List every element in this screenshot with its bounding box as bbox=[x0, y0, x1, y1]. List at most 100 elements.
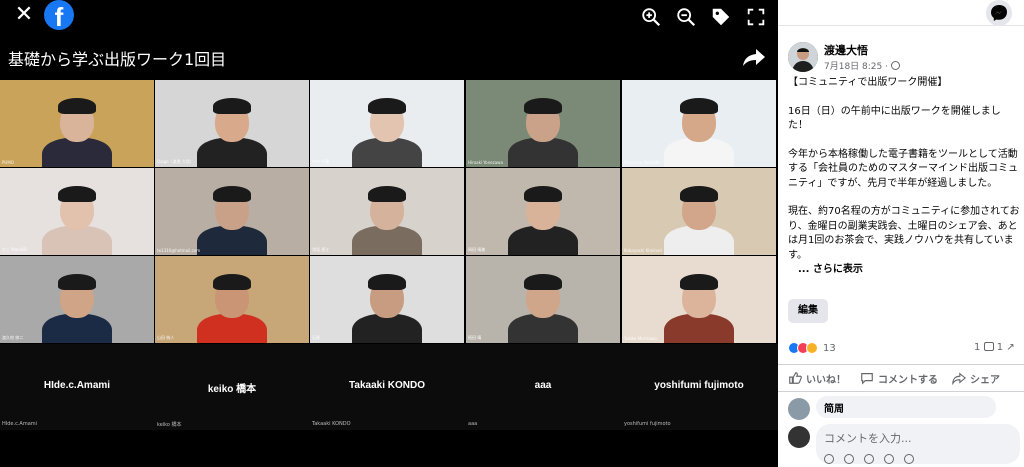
photo-viewer: ✕ f 基礎から学ぶ出版ワーク1回目 PUMO Daigo（渡邊 大悟） 中村 千穂… bbox=[0, 0, 778, 467]
see-more-link[interactable]: ... さらに表示 bbox=[798, 264, 863, 275]
tag-icon[interactable] bbox=[710, 6, 732, 28]
participant-body bbox=[508, 314, 578, 343]
reaction-count: 13 bbox=[823, 342, 836, 354]
share-count-number: 1 bbox=[996, 342, 1004, 353]
video-tile: te1310@hotmail.com bbox=[155, 168, 309, 255]
comment-tools bbox=[824, 454, 914, 464]
haha-reaction-icon bbox=[806, 342, 818, 354]
participant-body bbox=[42, 138, 112, 167]
participant-hair bbox=[680, 186, 718, 202]
video-tile: Hiroaki Yonezawa bbox=[466, 80, 620, 167]
messenger-icon[interactable] bbox=[986, 0, 1012, 26]
participant-body bbox=[197, 226, 267, 255]
participant-name: 山田 純人 bbox=[157, 335, 175, 340]
video-tile: Masayuki Nemoto bbox=[622, 80, 776, 167]
participant-body bbox=[664, 138, 734, 167]
video-tile: Kobayashi Kiminori bbox=[622, 168, 776, 255]
reaction-summary[interactable]: 13 bbox=[788, 340, 836, 356]
participant-name: 浅見 恵江 bbox=[312, 247, 330, 252]
share-button[interactable]: シェア bbox=[952, 371, 1000, 386]
participant-body bbox=[352, 226, 422, 255]
zoom-out-icon[interactable] bbox=[675, 6, 697, 28]
participant-body bbox=[197, 138, 267, 167]
panel-header bbox=[778, 0, 1024, 26]
participant-body bbox=[42, 226, 112, 255]
participant-hair bbox=[58, 98, 96, 114]
comment-count-number: 1 bbox=[974, 342, 981, 353]
video-call-grid: PUMO Daigo（渡邊 大悟） 中村 千穂 Hiroaki Yonezawa Mas… bbox=[0, 80, 778, 344]
participant-name: te1310@hotmail.com bbox=[157, 248, 201, 253]
commenter-name[interactable]: 简周 bbox=[824, 400, 844, 415]
gif-icon[interactable] bbox=[884, 454, 894, 464]
participant-body bbox=[664, 226, 734, 255]
participant-name: 渡久地 修二 bbox=[2, 335, 24, 340]
audio-participant-name: aaa bbox=[534, 380, 552, 391]
post-paragraph: 現在、約70名程の方がコミュニティに参加されており、金曜日の副業実践会、土曜日の… bbox=[788, 205, 1020, 278]
participant-hair bbox=[213, 274, 251, 290]
post-paragraph: 今年から本格稼働した電子書籍をツールとして活動する「会社員のためのマスターマイン… bbox=[788, 148, 1018, 189]
participant-name: PUMO bbox=[2, 160, 14, 165]
commenter-avatar[interactable] bbox=[788, 398, 810, 420]
globe-icon bbox=[890, 61, 900, 70]
participant-hair bbox=[524, 186, 562, 202]
author-avatar[interactable] bbox=[788, 42, 818, 72]
post-body: 【コミュニティで出版ワーク開催】 16日（日）の午前中に出版ワークを開催しました… bbox=[788, 76, 1020, 278]
like-label: いいね！ bbox=[806, 374, 846, 386]
post-action-bar: いいね！ コメントする シェア bbox=[778, 364, 1024, 392]
current-user-avatar bbox=[788, 426, 810, 448]
participant-name: Yukiko Morisawa bbox=[624, 336, 657, 341]
comment-button[interactable]: コメントする bbox=[860, 371, 938, 386]
participant-hair bbox=[213, 98, 251, 114]
participant-name: ひこ MaruKO bbox=[2, 247, 27, 252]
share-arrow-icon[interactable] bbox=[742, 46, 766, 68]
post-date[interactable]: 7月18日 8:25 · bbox=[824, 59, 900, 72]
emoji-icon[interactable] bbox=[844, 454, 854, 464]
participant-name: Hiroaki Yonezawa bbox=[468, 160, 503, 165]
post-paragraph-text: 現在、約70名程の方がコミュニティに参加されており、金曜日の副業実践会、土曜日の… bbox=[788, 206, 1020, 261]
audio-participant-name: HIde.c.Amami bbox=[43, 380, 111, 391]
avatar-sticker-icon[interactable] bbox=[824, 454, 834, 464]
share-icon bbox=[952, 372, 966, 385]
share-small-icon: ↗ bbox=[1006, 342, 1015, 353]
video-tile: Daigo（渡邊 大悟） bbox=[155, 80, 309, 167]
participant-name-strip: HIde.c.Amami HIde.c.Amami keiko 橋本 keiko 橋本… bbox=[0, 344, 778, 430]
video-tile: ひこ MaruKO bbox=[0, 168, 154, 255]
comment-bubble-icon bbox=[983, 342, 994, 351]
facebook-logo-icon[interactable]: f bbox=[44, 0, 74, 30]
participant-name: Masayuki Nemoto bbox=[624, 160, 660, 165]
audio-participant-label: Takaaki KONDO bbox=[312, 421, 351, 427]
participant-hair bbox=[58, 186, 96, 202]
participant-name: 中村 千穂 bbox=[312, 159, 330, 164]
like-button[interactable]: いいね！ bbox=[788, 371, 846, 386]
participant-body bbox=[664, 314, 734, 343]
participant-hair bbox=[524, 98, 562, 114]
comment-label: コメントする bbox=[878, 374, 938, 386]
participant-hair bbox=[58, 274, 96, 290]
fullscreen-icon[interactable] bbox=[745, 6, 767, 28]
author-name[interactable]: 渡邊大悟 bbox=[824, 42, 868, 58]
participant-hair bbox=[368, 98, 406, 114]
participant-body bbox=[508, 138, 578, 167]
participant-body bbox=[508, 226, 578, 255]
participant-name: Kobayashi Kiminori bbox=[624, 248, 663, 253]
video-tile: 中村 千穂 bbox=[310, 80, 464, 167]
camera-icon[interactable] bbox=[864, 454, 874, 464]
comment-placeholder: コメントを入力... bbox=[824, 432, 912, 445]
participant-hair bbox=[368, 274, 406, 290]
post-panel: 渡邊大悟 7月18日 8:25 · 【コミュニティで出版ワーク開催】 16日（日… bbox=[778, 0, 1024, 467]
share-label: シェア bbox=[970, 374, 1000, 386]
photo-title: 基礎から学ぶ出版ワーク1回目 bbox=[8, 50, 227, 69]
close-icon[interactable]: ✕ bbox=[12, 4, 36, 28]
audio-participant-name: keiko 橋本 bbox=[207, 384, 257, 395]
video-tile: 浅見 恵江 bbox=[310, 168, 464, 255]
post-paragraph: 16日（日）の午前中に出版ワークを開催しました！ bbox=[788, 105, 1001, 132]
audio-participant-label: HIde.c.Amami bbox=[2, 421, 38, 427]
zoom-in-icon[interactable] bbox=[640, 6, 662, 28]
participant-body bbox=[42, 314, 112, 343]
sticker-icon[interactable] bbox=[904, 454, 914, 464]
audio-participant-label: keiko 橋本 bbox=[157, 422, 182, 428]
video-tile: 植田 晴 bbox=[466, 256, 620, 343]
edit-button[interactable]: 編集 bbox=[788, 299, 828, 323]
comment-count[interactable]: 1 1 ↗ bbox=[974, 342, 1015, 353]
video-tile: 石原 bbox=[310, 256, 464, 343]
